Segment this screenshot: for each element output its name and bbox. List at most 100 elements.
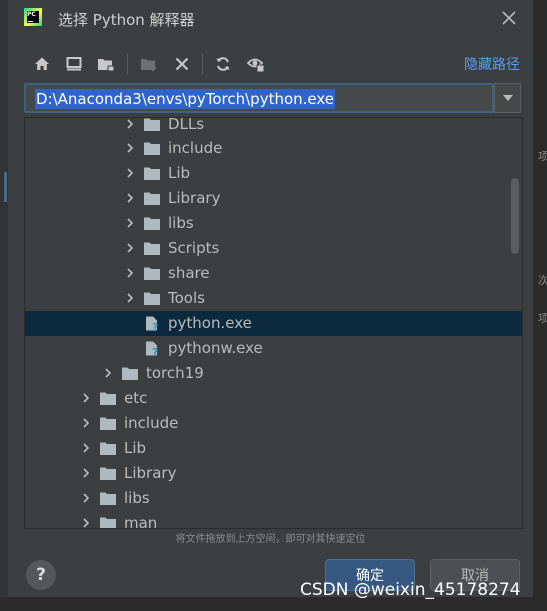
- folder-icon: [144, 242, 160, 255]
- chevron-right-icon[interactable]: [81, 443, 91, 453]
- folder-icon: [144, 142, 160, 155]
- tree-folder-row[interactable]: Library: [25, 461, 522, 486]
- ide-right-glyph: 项: [538, 312, 547, 325]
- hide-path-link[interactable]: 隐藏路径: [464, 54, 520, 74]
- new-folder-icon[interactable]: [137, 52, 161, 76]
- chevron-right-icon[interactable]: [125, 168, 135, 178]
- folder-icon: [100, 517, 116, 528]
- chevron-right-icon[interactable]: [125, 119, 135, 129]
- folder-icon: [100, 442, 116, 455]
- tree-item-label: libs: [168, 214, 194, 232]
- help-button[interactable]: ?: [26, 560, 56, 590]
- svg-text:?: ?: [152, 321, 158, 331]
- folder-icon: [100, 392, 116, 405]
- toolbar-separator: [127, 54, 128, 74]
- tree-scrollbar-thumb[interactable]: [511, 178, 519, 254]
- tree-item-label: Library: [124, 464, 177, 482]
- pycharm-app-icon: PC: [24, 8, 42, 26]
- python-interpreter-dialog: PC 选择 Python 解释器 隐藏路径 D:\Anaconda3\envs\…: [8, 0, 533, 597]
- svg-text:?: ?: [152, 346, 158, 356]
- project-folder-icon[interactable]: [94, 52, 118, 76]
- folder-icon: [144, 292, 160, 305]
- tree-item-label: libs: [124, 489, 150, 507]
- show-hidden-icon[interactable]: [244, 52, 268, 76]
- folder-icon: [144, 267, 160, 280]
- tree-item-label: include: [124, 414, 179, 432]
- tree-item-label: man: [124, 514, 158, 529]
- tree-item-label: Library: [168, 189, 221, 207]
- tree-folder-row[interactable]: torch19: [25, 361, 522, 386]
- tree-folder-row[interactable]: DLLs: [25, 117, 522, 137]
- folder-icon: [144, 118, 160, 131]
- dialog-title: 选择 Python 解释器: [58, 11, 195, 29]
- path-input[interactable]: D:\Anaconda3\envs\pyTorch\python.exe: [24, 83, 494, 113]
- ide-left-marker: [4, 172, 7, 202]
- tree-folder-row[interactable]: include: [25, 411, 522, 436]
- ide-right-glyph: 项: [538, 150, 547, 163]
- folder-icon: [122, 367, 138, 380]
- home-icon[interactable]: [30, 52, 54, 76]
- tree-folder-row[interactable]: Library: [25, 186, 522, 211]
- chevron-right-icon[interactable]: [81, 493, 91, 503]
- tree-folder-row[interactable]: libs: [25, 211, 522, 236]
- folder-icon: [100, 467, 116, 480]
- tree-folder-row[interactable]: include: [25, 136, 522, 161]
- chevron-right-icon[interactable]: [125, 243, 135, 253]
- folder-icon: [100, 492, 116, 505]
- chevron-right-icon[interactable]: [81, 518, 91, 528]
- tree-folder-row[interactable]: Lib: [25, 436, 522, 461]
- tree-file-row[interactable]: ? python.exe: [25, 311, 522, 336]
- tree-item-label: DLLs: [168, 117, 205, 133]
- tree-item-label: Tools: [168, 289, 205, 307]
- chevron-right-icon[interactable]: [125, 268, 135, 278]
- chevron-right-icon[interactable]: [81, 468, 91, 478]
- tree-folder-row[interactable]: Scripts: [25, 236, 522, 261]
- delete-icon[interactable]: [170, 52, 194, 76]
- tree-folder-row[interactable]: etc: [25, 386, 522, 411]
- title-bar: PC 选择 Python 解释器: [8, 0, 533, 38]
- tree-item-label: python.exe: [168, 314, 252, 332]
- tree-item-label: Lib: [124, 439, 147, 457]
- folder-icon: [144, 217, 160, 230]
- tree-item-label: Scripts: [168, 239, 220, 257]
- tree-folder-row[interactable]: libs: [25, 486, 522, 511]
- chevron-right-icon[interactable]: [81, 393, 91, 403]
- ide-right-glyph: 次: [538, 274, 547, 287]
- tree-folder-row[interactable]: Lib: [25, 161, 522, 186]
- folder-icon: [100, 417, 116, 430]
- drop-hint: 将文件拖放到上方空间，即可对其快速定位: [175, 534, 366, 545]
- tree-item-label: Lib: [168, 164, 191, 182]
- chevron-right-icon[interactable]: [125, 293, 135, 303]
- chevron-down-icon: [502, 95, 513, 101]
- tree-item-label: pythonw.exe: [168, 339, 263, 357]
- tree-item-label: share: [168, 264, 210, 282]
- app-icon-text: PC: [27, 11, 36, 18]
- chevron-right-icon[interactable]: [103, 368, 113, 378]
- tree-file-row[interactable]: ? pythonw.exe: [25, 336, 522, 361]
- close-icon[interactable]: [498, 7, 520, 29]
- python-file-icon: ?: [146, 316, 158, 331]
- toolbar-separator: [202, 54, 203, 74]
- toolbar: 隐藏路径: [8, 50, 533, 78]
- path-input-value: D:\Anaconda3\envs\pyTorch\python.exe: [35, 89, 336, 109]
- chevron-right-icon[interactable]: [81, 418, 91, 428]
- tree-folder-row[interactable]: share: [25, 261, 522, 286]
- tree-item-label: torch19: [146, 364, 204, 382]
- file-tree[interactable]: DLLs include Lib Library libs Scripts share Too…: [24, 117, 523, 529]
- chevron-right-icon[interactable]: [125, 193, 135, 203]
- ide-left-strip: [0, 0, 8, 611]
- tree-folder-row[interactable]: man: [25, 511, 522, 529]
- ide-right-strip: 项 次 项: [533, 0, 547, 611]
- tree-item-label: etc: [124, 389, 148, 407]
- folder-icon: [144, 192, 160, 205]
- refresh-icon[interactable]: [211, 52, 235, 76]
- chevron-right-icon[interactable]: [125, 218, 135, 228]
- desktop-icon[interactable]: [62, 52, 86, 76]
- watermark: CSDN @weixin_45178274: [300, 580, 521, 600]
- path-dropdown-button[interactable]: [494, 83, 521, 113]
- tree-folder-row[interactable]: Tools: [25, 286, 522, 311]
- folder-icon: [144, 167, 160, 180]
- chevron-right-icon[interactable]: [125, 143, 135, 153]
- python-file-icon: ?: [146, 341, 158, 356]
- tree-item-label: include: [168, 139, 223, 157]
